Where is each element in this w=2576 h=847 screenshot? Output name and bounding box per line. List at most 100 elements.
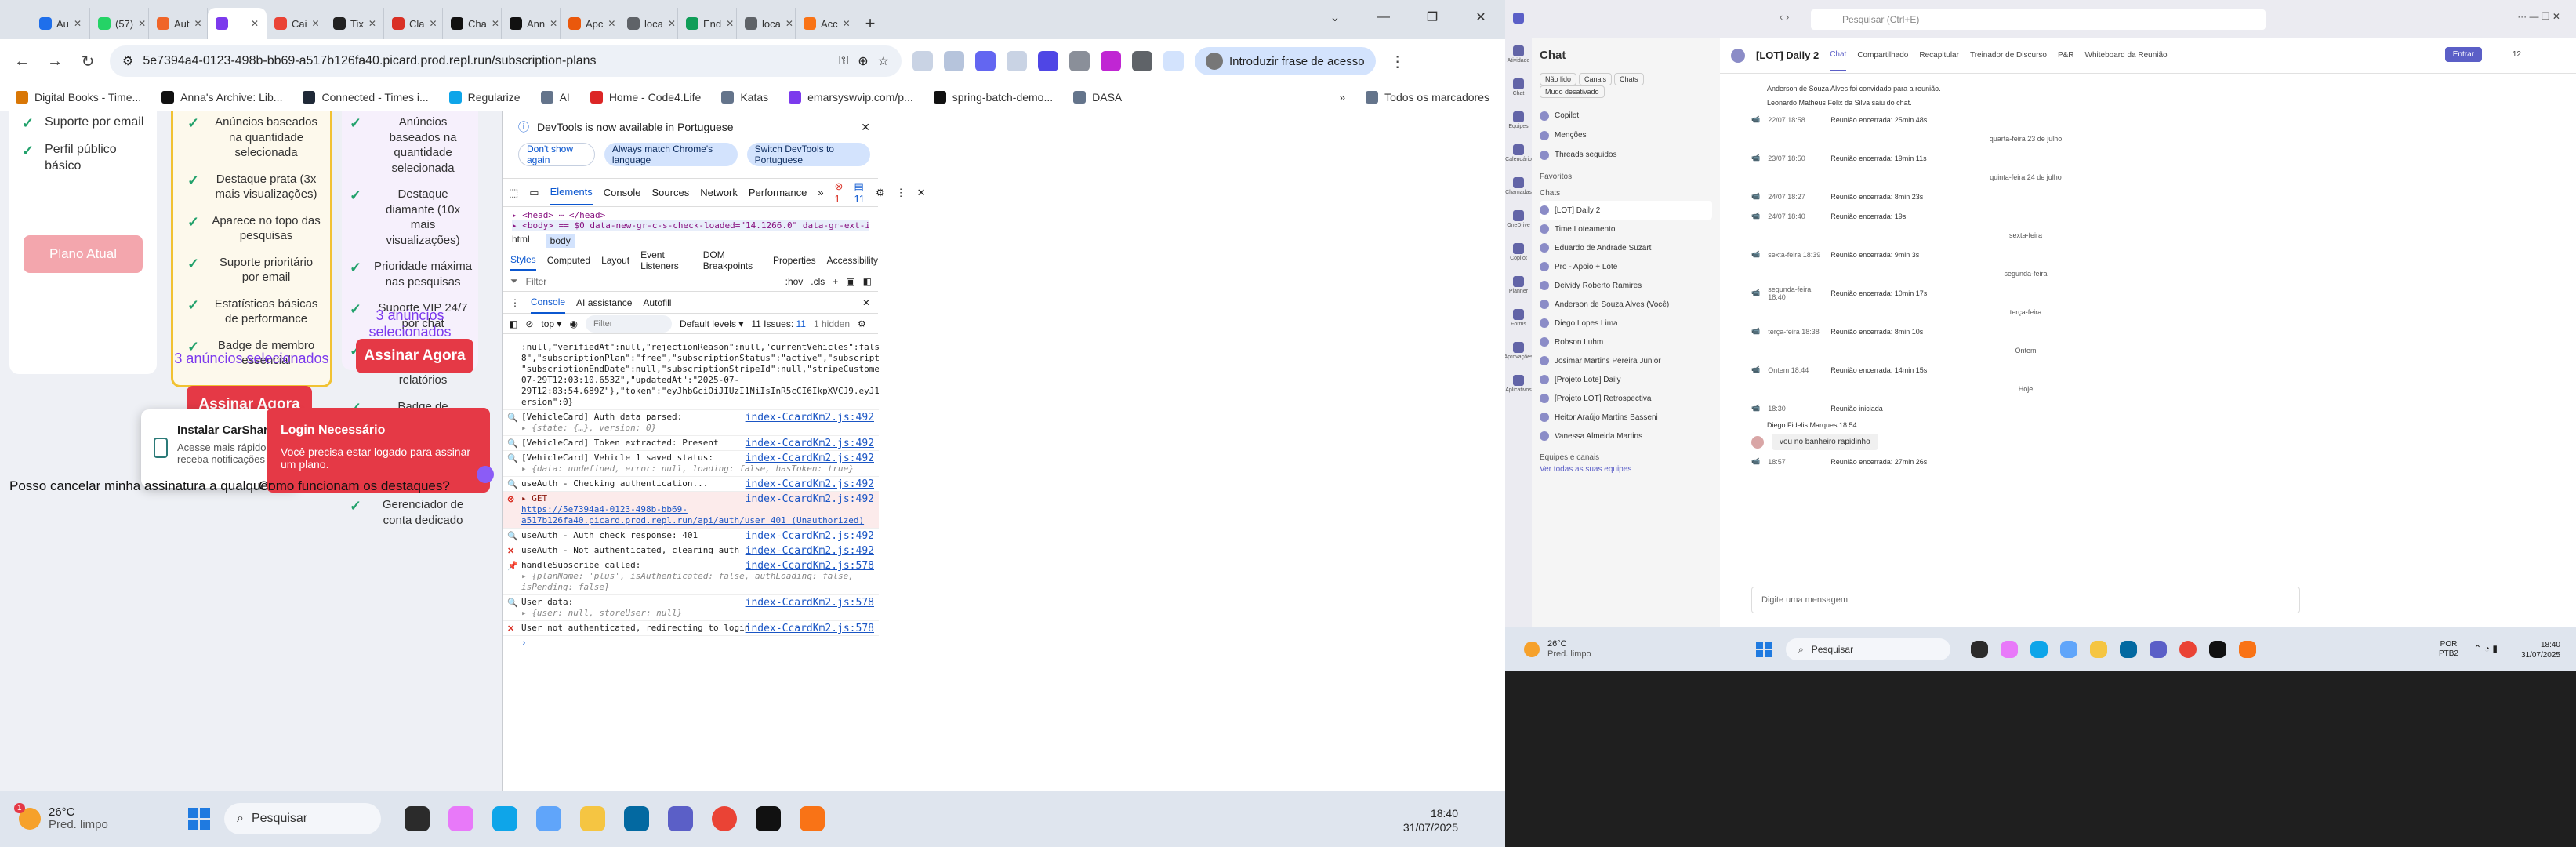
start-button[interactable] (188, 808, 210, 830)
browser-tab[interactable]: Tix ✕ (325, 8, 384, 39)
tab-sources[interactable]: Sources (652, 187, 690, 198)
tab-network[interactable]: Network (700, 187, 738, 198)
browser-tab[interactable]: (57) ✕ (90, 8, 149, 39)
tab-accessibility[interactable]: Accessibility (827, 255, 878, 266)
tab-speaker-coach[interactable]: Treinador de Discurso (1970, 51, 2047, 60)
extension-icon[interactable] (1038, 51, 1058, 71)
drawer-menu-icon[interactable]: ⋮ (510, 297, 520, 308)
back-button[interactable]: ← (11, 53, 33, 71)
chat-list-item[interactable]: Anderson de Souza Alves (Você) (1540, 295, 1712, 314)
tab-whiteboard[interactable]: Whiteboard da Reunião (2085, 51, 2168, 60)
site-info-icon[interactable]: ⚙ (122, 53, 133, 69)
subscribe-button-plus[interactable]: Assinar Agora (356, 339, 473, 373)
bookmark-item[interactable]: Regularize (448, 90, 521, 104)
levels-select[interactable]: Default levels ▾ (680, 318, 743, 329)
browser-tab[interactable]: ✕ (208, 8, 267, 39)
console-log-entry[interactable]: 📌 handleSubscribe called: ▸ {planName: 'p… (503, 558, 879, 595)
outlook-icon[interactable] (2120, 641, 2137, 658)
bookmark-item[interactable]: Home - Code4.Life (590, 90, 701, 104)
warning-count[interactable]: ▤ 11 (854, 180, 865, 205)
browser-tab[interactable]: Cha ✕ (443, 8, 502, 39)
match-language-button[interactable]: Always match Chrome's language (604, 143, 738, 166)
browser-tab[interactable]: loca ✕ (737, 8, 796, 39)
rail-onedrive[interactable]: OneDrive (1505, 202, 1532, 235)
console-log-entry[interactable]: ✕ User not authenticated, redirecting to … (503, 621, 879, 636)
close-tab-icon[interactable]: ✕ (194, 18, 202, 29)
bookmark-item[interactable]: AI (540, 90, 570, 104)
taskbar-search[interactable]: ⌕ Pesquisar (1786, 638, 1950, 660)
teams-search[interactable]: Pesquisar (Ctrl+E) (1811, 9, 2266, 30)
profile-button[interactable]: Introduzir frase de acesso (1195, 47, 1376, 75)
console-settings-icon[interactable]: ⚙ (858, 318, 866, 329)
chrome-icon[interactable] (2179, 641, 2197, 658)
outlook-icon[interactable] (624, 806, 649, 831)
console-filter-input[interactable]: Filter (585, 314, 672, 333)
close-tab-icon[interactable]: ✕ (608, 18, 615, 29)
maximize-button[interactable]: ❐ (1408, 0, 1457, 35)
more-bookmarks[interactable]: » (1339, 91, 1345, 104)
sidebar-icon[interactable]: ◧ (509, 318, 517, 329)
tab-event-listeners[interactable]: Event Listeners (640, 249, 692, 271)
url-text[interactable]: 5e7394a4-0123-498b-bb69-a517b126fa40.pic… (143, 54, 829, 68)
close-devtools-icon[interactable]: ✕ (917, 187, 926, 199)
extension-icon[interactable] (1101, 51, 1121, 71)
log-source-link[interactable]: index-CcardKm2.js:492 (746, 546, 874, 557)
drawer-tab-ai[interactable]: AI assistance (576, 297, 632, 308)
eye-icon[interactable]: ◉ (569, 318, 577, 329)
settings-gear-icon[interactable]: ⚙ (876, 187, 885, 199)
more-tabs-icon[interactable]: » (818, 187, 823, 198)
teams-heading[interactable]: Equipes e canais (1540, 453, 1712, 462)
edge-icon[interactable] (492, 806, 517, 831)
install-icon[interactable]: ⊕ (858, 53, 868, 69)
chat-list-item[interactable]: Heitor Araújo Martins Basseni (1540, 408, 1712, 427)
task-view-icon[interactable] (1971, 641, 1988, 658)
browser-tab[interactable]: End ✕ (678, 8, 737, 39)
console-log-entry[interactable]: 🔍 [VehicleCard] Token extracted: Present … (503, 436, 879, 451)
computed-toggle-icon[interactable]: ▣ (846, 276, 854, 287)
rail-planner[interactable]: Planner (1505, 268, 1532, 301)
error-count[interactable]: ⊗ 1 (835, 180, 844, 205)
log-source-link[interactable]: index-CcardKm2.js:492 (746, 438, 874, 449)
bookmark-star-icon[interactable]: ☆ (878, 53, 889, 69)
bookmark-item[interactable]: Connected - Times i... (303, 90, 429, 104)
sidepanel-icon[interactable] (1163, 51, 1184, 71)
dont-show-button[interactable]: Don't show again (518, 143, 595, 166)
chrome-icon[interactable] (712, 806, 737, 831)
extension-icon[interactable] (912, 51, 933, 71)
extensions-puzzle-icon[interactable] (1132, 51, 1152, 71)
extension-icon[interactable] (1007, 51, 1027, 71)
more-options-icon[interactable]: ⋮ (896, 187, 906, 199)
bookmark-item[interactable]: Digital Books - Time... (16, 90, 141, 104)
console-log-entry[interactable]: 🔍 User data: ▸ {user: null, storeUser: nu… (503, 595, 879, 621)
browser-tab[interactable]: Acc ✕ (796, 8, 854, 39)
explorer-icon[interactable] (580, 806, 605, 831)
terminal-icon[interactable] (2209, 641, 2226, 658)
filter-chats[interactable]: Chats (1614, 73, 1644, 85)
console-log-entry[interactable]: 🔍 useAuth - Checking authentication... in… (503, 477, 879, 492)
console-log-entry[interactable]: 🔍 useAuth - Auth check response: 401 inde… (503, 529, 879, 543)
chat-list-item[interactable]: Diego Lopes Lima (1540, 314, 1712, 333)
see-all-teams-link[interactable]: Ver todas as suas equipes (1540, 465, 1712, 474)
filter-unread[interactable]: Não lido (1540, 73, 1577, 85)
chat-list-item[interactable]: Vanessa Almeida Martins (1540, 427, 1712, 445)
shortcut-mentions[interactable]: Menções (1540, 125, 1712, 145)
task-view-icon[interactable] (405, 806, 430, 831)
close-drawer-icon[interactable]: ✕ (862, 297, 870, 308)
close-tab-icon[interactable]: ✕ (668, 18, 676, 29)
start-button[interactable] (1756, 642, 1772, 657)
bookmark-item[interactable]: Katas (721, 90, 768, 104)
close-tab-icon[interactable]: ✕ (726, 18, 734, 29)
inspect-icon[interactable]: ⬚ (509, 187, 518, 199)
log-source-link[interactable]: index-CcardKm2.js:492 (746, 453, 874, 464)
log-source-link[interactable]: index-CcardKm2.js:578 (746, 598, 874, 609)
extension-icon[interactable] (975, 51, 996, 71)
console-log-entry[interactable]: 🔍 [VehicleCard] Auth data parsed: ▸ {stat… (503, 410, 879, 436)
weather-widget[interactable]: 26°C Pred. limpo (1505, 639, 1756, 660)
extension-icon[interactable] (1069, 51, 1090, 71)
rail-calendar[interactable]: Calendário (1505, 136, 1532, 169)
tab-dom-breakpoints[interactable]: DOM Breakpoints (703, 249, 762, 271)
close-tab-icon[interactable]: ✕ (785, 18, 793, 29)
tab-chat[interactable]: Chat (1830, 39, 1847, 71)
close-tab-icon[interactable]: ✕ (492, 18, 499, 29)
log-source-link[interactable]: index-CcardKm2.js:578 (746, 623, 874, 634)
